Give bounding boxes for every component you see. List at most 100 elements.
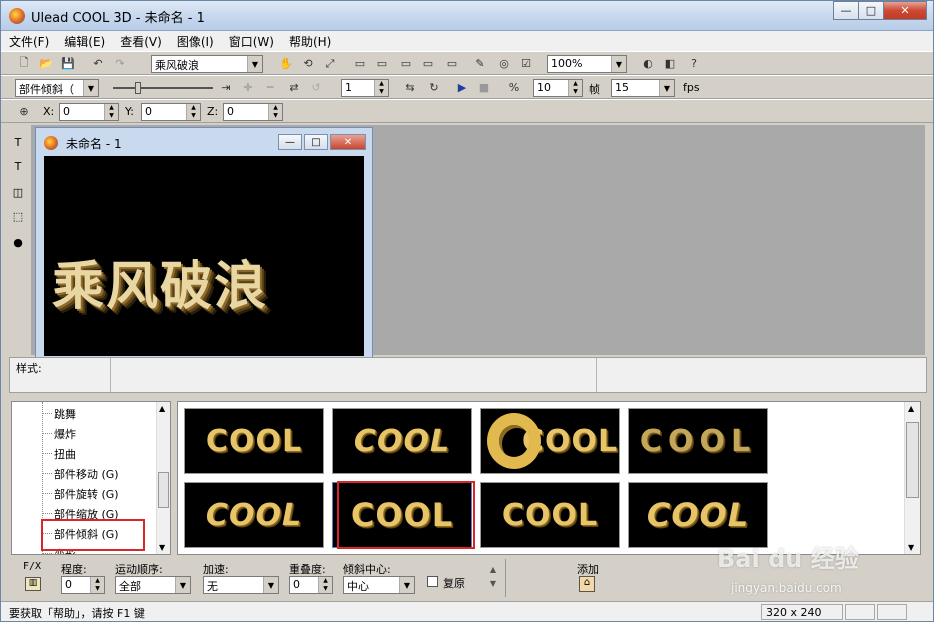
tree-item[interactable]: 部件移动 (G) — [54, 466, 119, 482]
timeline-slider[interactable] — [113, 80, 213, 96]
tree-item[interactable]: 扭曲 — [54, 446, 76, 462]
center-combo[interactable]: 中心 ▼ — [343, 576, 415, 594]
add-label: 添加 — [577, 563, 599, 576]
degree-label: 程度: — [61, 563, 87, 576]
menu-image[interactable]: 图像(I) — [169, 33, 221, 50]
text-combo[interactable]: 乘风破浪 ▼ — [151, 55, 263, 73]
frame-number-input[interactable]: 1 ▲ ▼ — [341, 79, 389, 97]
repeat-icon[interactable]: ↻ — [425, 79, 443, 96]
view-side-icon[interactable]: ▭ — [373, 55, 391, 72]
view-front-icon[interactable]: ▭ — [351, 55, 369, 72]
fx-icon[interactable]: ▥ — [25, 577, 41, 591]
play-icon[interactable]: ▶ — [453, 79, 471, 96]
menu-window[interactable]: 窗口(W) — [221, 33, 281, 50]
gallery-scrollbar[interactable]: ▲ ▼ — [904, 402, 920, 554]
scroll-down-icon[interactable]: ▼ — [159, 543, 165, 552]
scroll-thumb[interactable] — [906, 422, 919, 498]
minimize-button[interactable]: — — [833, 1, 859, 20]
doc-minimize-button[interactable]: — — [278, 134, 302, 150]
reverse-icon[interactable]: ⇄ — [285, 79, 303, 96]
object-combo[interactable]: 部件倾斜（ ▼ — [15, 79, 99, 97]
menu-view[interactable]: 查看(V) — [112, 33, 169, 50]
new-icon[interactable]: 🗋 — [15, 55, 33, 72]
spin-buttons[interactable]: ▲ ▼ — [104, 104, 118, 120]
z-input[interactable]: 0 ▲ ▼ — [223, 103, 283, 121]
insert-object-icon[interactable]: ◫ — [9, 183, 27, 201]
save-icon[interactable]: 💾 — [59, 55, 77, 72]
restore-checkbox[interactable] — [427, 576, 438, 587]
remove-keyframe-icon[interactable]: ━ — [261, 79, 279, 96]
help-pointer-icon[interactable]: ? — [685, 55, 703, 72]
globe-icon[interactable]: ◎ — [495, 55, 513, 72]
doc-maximize-button[interactable]: □ — [304, 134, 328, 150]
preview-canvas[interactable]: 乘风破浪 — [44, 156, 364, 356]
percent-icon[interactable]: % — [505, 79, 523, 96]
edit-text-icon[interactable]: T — [9, 157, 27, 175]
chevron-down-icon: ▼ — [399, 577, 414, 593]
params-scroll[interactable]: ▲ ▼ — [487, 563, 499, 593]
degree-input[interactable]: 0 ▲ ▼ — [61, 576, 105, 594]
scroll-down-icon[interactable]: ▼ — [908, 543, 914, 552]
zoom-combo[interactable]: 100% ▼ — [547, 55, 627, 73]
maximize-button[interactable]: □ — [858, 1, 884, 20]
effect-thumbnail[interactable]: COOL — [184, 408, 324, 474]
status-pane — [877, 604, 907, 620]
insert-shape-icon[interactable]: ● — [9, 233, 27, 251]
effect-thumbnail[interactable]: COOL — [184, 482, 324, 548]
effect-thumbnail[interactable]: COOL — [480, 408, 620, 474]
doc-close-button[interactable]: ✕ — [330, 134, 366, 150]
check-icon[interactable]: ☑ — [517, 55, 535, 72]
tree-item[interactable]: 跳舞 — [54, 406, 76, 422]
spin-buttons[interactable]: ▲ ▼ — [318, 577, 332, 593]
loop-icon[interactable]: ↺ — [307, 79, 325, 96]
scroll-up-icon[interactable]: ▲ — [908, 404, 914, 413]
view-bottom-icon[interactable]: ▭ — [419, 55, 437, 72]
stop-icon[interactable]: ■ — [475, 79, 493, 96]
frame-count-value: 10 — [537, 81, 551, 94]
undo-icon[interactable]: ↶ — [89, 55, 107, 72]
tree-item[interactable]: 爆炸 — [54, 426, 76, 442]
open-icon[interactable]: 📂 — [37, 55, 55, 72]
insert-text-icon[interactable]: T — [9, 133, 27, 151]
menu-file[interactable]: 文件(F) — [1, 33, 56, 50]
order-combo[interactable]: 全部 ▼ — [115, 576, 191, 594]
hand-icon[interactable]: ✋ — [277, 55, 295, 72]
view-3d-icon[interactable]: ▭ — [443, 55, 461, 72]
spin-buttons[interactable]: ▲ ▼ — [186, 104, 200, 120]
effect-thumbnail[interactable]: COOL — [480, 482, 620, 548]
pingpong-icon[interactable]: ⇆ — [401, 79, 419, 96]
spin-buttons[interactable]: ▲ ▼ — [268, 104, 282, 120]
resize-icon[interactable]: ⤢ — [321, 55, 339, 72]
spin-buttons[interactable]: ▲ ▼ — [374, 80, 388, 96]
frame-label: 帧 — [589, 83, 600, 96]
tree-scrollbar[interactable]: ▲ ▼ — [156, 402, 170, 554]
accel-combo[interactable]: 无 ▼ — [203, 576, 279, 594]
watermark-logo: Bai du 经验 — [717, 545, 859, 573]
spin-buttons[interactable]: ▲ ▼ — [90, 577, 104, 593]
select-icon[interactable]: ⬚ — [9, 207, 27, 225]
paint-icon[interactable]: ◐ — [639, 55, 657, 72]
x-input[interactable]: 0 ▲ ▼ — [59, 103, 119, 121]
spin-buttons[interactable]: ▲ ▼ — [568, 80, 582, 96]
fps-combo[interactable]: 15 ▼ — [611, 79, 675, 97]
add-keyframe-icon[interactable]: ✚ — [239, 79, 257, 96]
play-end-icon[interactable]: ⇥ — [217, 79, 235, 96]
effect-thumbnail[interactable]: COOL — [332, 408, 472, 474]
add-effect-icon[interactable]: ⌂ — [579, 576, 595, 592]
palette-icon[interactable]: ◧ — [661, 55, 679, 72]
scroll-thumb[interactable] — [158, 472, 169, 508]
scroll-up-icon[interactable]: ▲ — [159, 404, 165, 413]
light-icon[interactable]: ✎ — [471, 55, 489, 72]
close-button[interactable]: ✕ — [883, 1, 927, 20]
y-input[interactable]: 0 ▲ ▼ — [141, 103, 201, 121]
rotate-icon[interactable]: ⟲ — [299, 55, 317, 72]
menu-help[interactable]: 帮助(H) — [281, 33, 338, 50]
position-icon[interactable]: ⊕ — [15, 103, 33, 120]
view-top-icon[interactable]: ▭ — [397, 55, 415, 72]
frame-count-input[interactable]: 10 ▲ ▼ — [533, 79, 583, 97]
tree-item[interactable]: 部件旋转 (G) — [54, 486, 119, 502]
redo-icon[interactable]: ↷ — [111, 55, 129, 72]
effect-thumbnail[interactable]: COOL — [628, 408, 768, 474]
overlap-input[interactable]: 0 ▲ ▼ — [289, 576, 333, 594]
menu-edit[interactable]: 编辑(E) — [56, 33, 112, 50]
